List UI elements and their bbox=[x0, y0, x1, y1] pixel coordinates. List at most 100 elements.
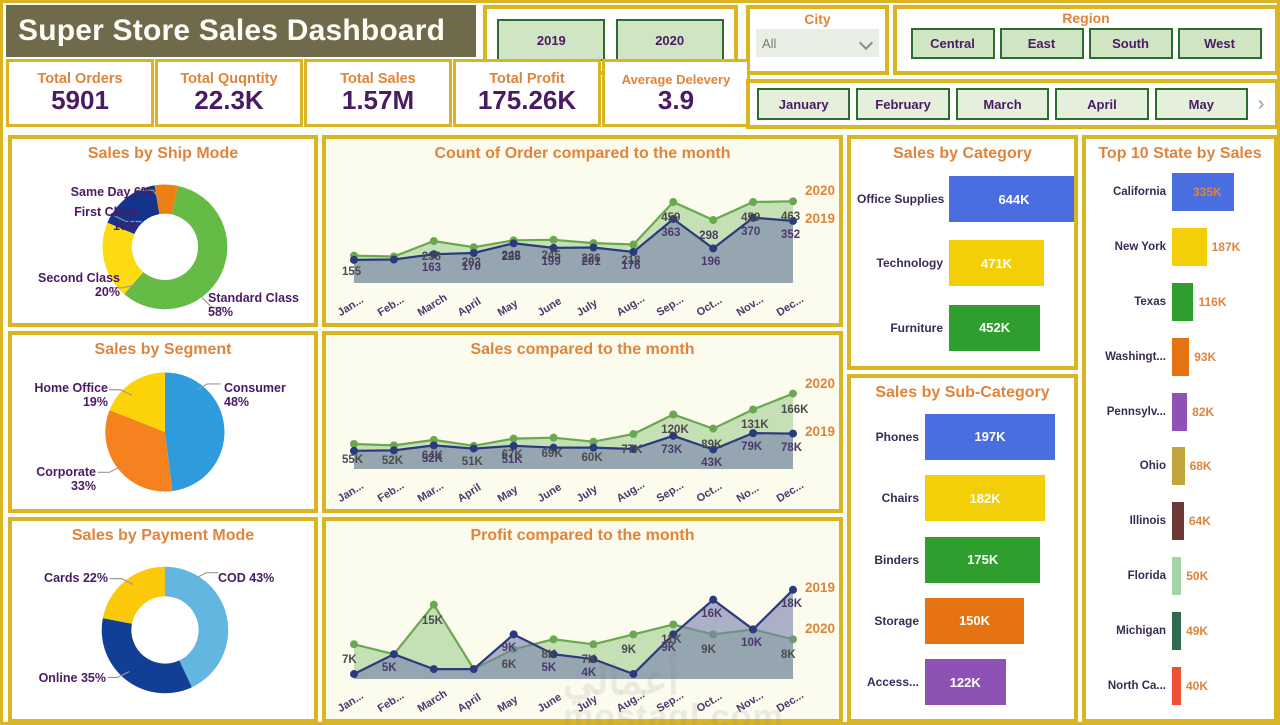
data-point[interactable] bbox=[429, 441, 438, 450]
data-point[interactable] bbox=[429, 600, 438, 609]
data-label: 69K bbox=[541, 447, 563, 460]
data-point[interactable] bbox=[469, 444, 478, 453]
data-point[interactable] bbox=[629, 430, 638, 439]
region-button-central[interactable]: Central bbox=[910, 28, 995, 59]
bar[interactable]: 150K bbox=[925, 597, 1024, 644]
data-point[interactable] bbox=[350, 670, 358, 679]
data-point[interactable] bbox=[709, 424, 718, 433]
chart-title: Sales by Segment bbox=[94, 341, 232, 358]
bar[interactable]: 452K bbox=[949, 304, 1041, 351]
data-point[interactable] bbox=[629, 240, 638, 249]
pie-label-home-office: Home Office 19% bbox=[34, 381, 108, 410]
region-button-east[interactable]: East bbox=[999, 28, 1084, 59]
bar[interactable]: 175K bbox=[925, 536, 1041, 583]
bar-row: Chairs 182K bbox=[857, 467, 1068, 528]
data-point[interactable] bbox=[549, 235, 558, 244]
data-point[interactable] bbox=[350, 255, 358, 264]
data-point[interactable] bbox=[509, 434, 518, 443]
city-dropdown[interactable]: All bbox=[756, 29, 879, 57]
data-point[interactable] bbox=[589, 443, 598, 452]
state-bar[interactable] bbox=[1172, 556, 1182, 595]
state-row: Florida 50K bbox=[1090, 549, 1270, 604]
bar-row: Storage 150K bbox=[857, 590, 1068, 651]
chart-card-sales-by-payment-mode: Sales by Payment Mode COD 43% Cards 22% … bbox=[8, 517, 318, 723]
month-button-april[interactable]: April bbox=[1055, 88, 1149, 120]
data-point[interactable] bbox=[789, 429, 797, 438]
month-button-january[interactable]: January bbox=[757, 88, 851, 120]
data-point[interactable] bbox=[589, 640, 598, 649]
state-label: Pennsylv... bbox=[1106, 405, 1166, 418]
data-point[interactable] bbox=[509, 239, 518, 248]
data-point[interactable] bbox=[389, 255, 398, 264]
data-point[interactable] bbox=[469, 665, 478, 674]
state-row: Ohio 68K bbox=[1090, 439, 1270, 494]
data-point[interactable] bbox=[669, 198, 678, 207]
data-point[interactable] bbox=[389, 446, 398, 455]
bar[interactable]: 197K bbox=[925, 413, 1055, 460]
data-point[interactable] bbox=[709, 244, 718, 253]
year-button-2019[interactable]: 2019 bbox=[497, 19, 606, 61]
data-point[interactable] bbox=[509, 630, 518, 639]
data-point[interactable] bbox=[350, 640, 358, 649]
state-bar[interactable] bbox=[1172, 337, 1190, 376]
data-point[interactable] bbox=[709, 595, 718, 604]
data-point[interactable] bbox=[789, 197, 797, 206]
data-point[interactable] bbox=[350, 440, 358, 449]
data-point[interactable] bbox=[389, 650, 398, 659]
pie-slice[interactable] bbox=[101, 618, 192, 694]
data-point[interactable] bbox=[589, 243, 598, 252]
data-point[interactable] bbox=[749, 198, 758, 207]
bar[interactable]: 182K bbox=[925, 475, 1046, 522]
state-bar[interactable] bbox=[1172, 502, 1184, 541]
data-point[interactable] bbox=[429, 665, 438, 674]
pie-slice[interactable] bbox=[164, 372, 225, 492]
data-point[interactable] bbox=[749, 625, 758, 634]
chevron-right-icon[interactable]: › bbox=[1251, 93, 1271, 116]
data-point[interactable] bbox=[469, 249, 478, 258]
data-point[interactable] bbox=[789, 389, 797, 398]
data-label: 5K bbox=[541, 662, 557, 675]
region-button-west[interactable]: West bbox=[1177, 28, 1262, 59]
state-row: North Ca... 40K bbox=[1090, 658, 1270, 713]
data-label: 52K bbox=[381, 455, 404, 468]
bar-row: Office Supplies 644K bbox=[857, 167, 1074, 231]
kpi-value: 175.26K bbox=[477, 85, 577, 116]
pie-label-consumer: Consumer 48% bbox=[224, 381, 286, 410]
month-button-may[interactable]: May bbox=[1154, 88, 1249, 120]
data-point[interactable] bbox=[629, 670, 638, 679]
data-point[interactable] bbox=[749, 405, 758, 414]
pie-label-second-class: Second Class 20% bbox=[38, 271, 120, 300]
legend-2020: 2020 bbox=[804, 621, 835, 637]
pie-label-online: Online 35% bbox=[38, 671, 106, 685]
bar[interactable]: 122K bbox=[925, 659, 1006, 706]
bar-category-label: Binders bbox=[874, 552, 919, 567]
state-bar[interactable] bbox=[1172, 392, 1188, 431]
bar[interactable]: 644K bbox=[949, 176, 1074, 223]
state-bar[interactable] bbox=[1172, 228, 1207, 267]
bar[interactable]: 471K bbox=[949, 240, 1045, 287]
data-point[interactable] bbox=[669, 410, 678, 419]
city-slicer-label: City bbox=[804, 11, 831, 27]
data-point[interactable] bbox=[669, 620, 678, 629]
data-point[interactable] bbox=[549, 433, 558, 442]
state-bar[interactable] bbox=[1172, 282, 1194, 321]
data-point[interactable] bbox=[789, 585, 797, 594]
kpi-card-total-orders: Total Orders 5901 bbox=[6, 59, 154, 127]
chart-card-sales-compared: Sales compared to the month 2020 2019 55K 5… bbox=[322, 331, 843, 513]
data-point[interactable] bbox=[429, 237, 438, 246]
state-bar[interactable] bbox=[1172, 447, 1185, 486]
pie-slice[interactable] bbox=[102, 566, 165, 624]
kpi-card-average-delivery: Average Delevery 3.9 bbox=[602, 59, 750, 127]
chart-card-sales-by-sub-category: Sales by Sub-Category Phones 197K Chairs 18… bbox=[847, 374, 1078, 723]
data-point[interactable] bbox=[549, 635, 558, 644]
data-label: 73K bbox=[661, 443, 683, 456]
region-button-south[interactable]: South bbox=[1088, 28, 1173, 59]
state-bar[interactable] bbox=[1172, 666, 1181, 705]
data-point[interactable] bbox=[629, 630, 638, 639]
year-button-2020[interactable]: 2020 bbox=[615, 19, 724, 61]
month-button-march[interactable]: March bbox=[955, 88, 1050, 120]
data-label: 60K bbox=[581, 451, 603, 464]
state-bar[interactable] bbox=[1172, 611, 1182, 650]
month-button-february[interactable]: February bbox=[856, 88, 950, 120]
data-point[interactable] bbox=[709, 216, 718, 225]
